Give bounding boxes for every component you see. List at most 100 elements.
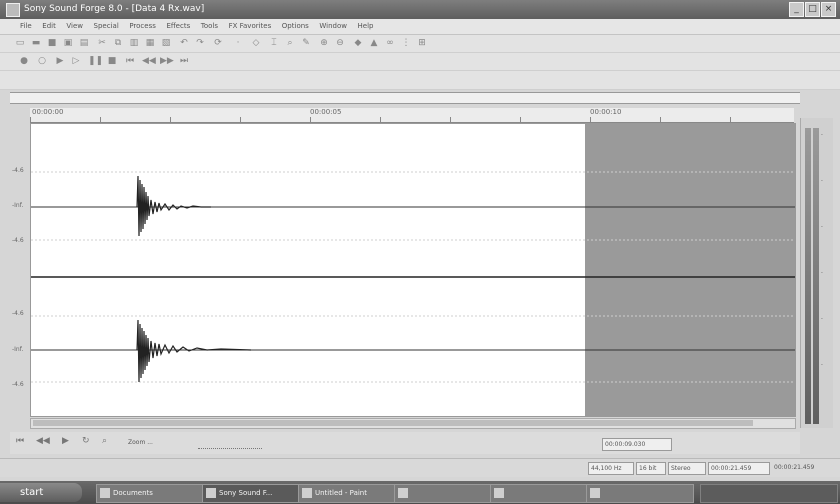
- amplitude-label: -4.6: [12, 237, 24, 244]
- copy-icon[interactable]: ⧉: [112, 37, 124, 49]
- status-bar: 44,100 Hz 16 bit Stereo 00:00:21.459 00:…: [0, 458, 840, 477]
- cursor-position[interactable]: 00:00:09.030: [602, 438, 672, 451]
- zoom-in-icon[interactable]: ⊕: [318, 37, 330, 49]
- minimize-button[interactable]: _: [789, 2, 804, 17]
- menu-tools[interactable]: Tools: [201, 19, 218, 34]
- overview-bar[interactable]: [10, 92, 800, 104]
- record-icon[interactable]: ●: [18, 55, 30, 67]
- region-icon[interactable]: ▲: [368, 37, 380, 49]
- ruler-tick: [30, 117, 31, 122]
- menu-edit[interactable]: Edit: [42, 19, 56, 34]
- normalize-icon[interactable]: ◇: [250, 37, 262, 49]
- go-to-start-icon[interactable]: ⏮: [16, 436, 24, 446]
- menu-special[interactable]: Special: [94, 19, 119, 34]
- undo-icon[interactable]: ↶: [178, 37, 190, 49]
- loop-icon[interactable]: ↻: [82, 436, 90, 446]
- stop-icon[interactable]: ■: [106, 55, 118, 67]
- play-icon[interactable]: ▶: [62, 436, 69, 446]
- menu-window[interactable]: Window: [319, 19, 347, 34]
- selection-end: 00:00:21.459: [774, 464, 815, 471]
- waveform-canvas: [31, 124, 795, 416]
- save-as-icon[interactable]: ▣: [62, 37, 74, 49]
- menu-effects[interactable]: Effects: [166, 19, 190, 34]
- menu-help[interactable]: Help: [358, 19, 374, 34]
- selection-region[interactable]: [585, 124, 795, 416]
- mix-icon[interactable]: ▦: [144, 37, 156, 49]
- level-meter: - - - - - -: [800, 118, 833, 428]
- system-tray: [700, 484, 838, 503]
- scroll-thumb[interactable]: [33, 420, 753, 426]
- new-file-icon[interactable]: ▭: [14, 37, 26, 49]
- magnify-tool-icon[interactable]: ⌕: [284, 37, 296, 49]
- save-icon[interactable]: ■: [46, 37, 58, 49]
- data-window-toolbar: ⏮ ◀◀ ▶ ↻ ⌕ Zoom ... 00:00:09.030: [10, 432, 800, 454]
- channels: Stereo: [668, 462, 706, 475]
- horizontal-scrollbar[interactable]: [30, 418, 796, 429]
- trim-icon[interactable]: ▧: [160, 37, 172, 49]
- menu-process[interactable]: Process: [129, 19, 156, 34]
- ruler-tick: [730, 117, 731, 122]
- menu-view[interactable]: View: [66, 19, 83, 34]
- meter-bar-left: [805, 128, 811, 424]
- time-mark: 00:00:10: [590, 108, 622, 116]
- grid-icon[interactable]: ⊞: [416, 37, 428, 49]
- ruler-tick: [520, 117, 521, 122]
- open-folder-icon[interactable]: ▬: [30, 37, 42, 49]
- close-button[interactable]: ×: [821, 2, 836, 17]
- repeat-icon[interactable]: ⟳: [212, 37, 224, 49]
- go-to-start-icon[interactable]: ⏮: [124, 55, 136, 67]
- play-all-icon[interactable]: ▶: [54, 55, 66, 67]
- separator-icon: ·: [236, 38, 240, 48]
- time-ruler[interactable]: 00:00:00 00:00:05 00:00:10: [30, 108, 794, 123]
- paste-icon[interactable]: ▥: [128, 37, 140, 49]
- marker-icon[interactable]: ◆: [352, 37, 364, 49]
- ruler-tick: [380, 117, 381, 122]
- go-to-end-icon[interactable]: ⏭: [178, 55, 190, 67]
- app-icon: [206, 488, 216, 498]
- zoom-level[interactable]: Zoom ...: [126, 437, 180, 448]
- redo-icon[interactable]: ↷: [194, 37, 206, 49]
- amplitude-label: -Inf.: [12, 202, 24, 209]
- menu-file[interactable]: File: [20, 19, 32, 34]
- cut-icon[interactable]: ✂: [96, 37, 108, 49]
- rewind-icon[interactable]: ◀◀: [142, 55, 156, 67]
- taskbar-item-active[interactable]: Sony Sound F...: [202, 484, 310, 503]
- properties-icon[interactable]: ▤: [78, 37, 90, 49]
- pencil-tool-icon[interactable]: ✎: [300, 37, 312, 49]
- start-button[interactable]: start: [0, 483, 82, 502]
- play-icon[interactable]: ▷: [70, 55, 82, 67]
- bit-depth: 16 bit: [636, 462, 666, 475]
- paint-icon: [302, 488, 312, 498]
- loop-playback-icon[interactable]: ○: [36, 55, 48, 67]
- taskbar-item[interactable]: [586, 484, 694, 503]
- taskbar-item[interactable]: [490, 484, 598, 503]
- forward-icon[interactable]: ▶▶: [160, 55, 174, 67]
- rewind-icon[interactable]: ◀◀: [36, 436, 50, 446]
- taskbar-item[interactable]: [394, 484, 502, 503]
- ruler-tick: [170, 117, 171, 122]
- menu-bar: File Edit View Special Process Effects T…: [0, 19, 840, 35]
- taskbar-item[interactable]: Documents: [96, 484, 214, 503]
- edit-tool-icon[interactable]: ⌶: [268, 37, 280, 49]
- menu-fx-favorites[interactable]: FX Favorites: [229, 19, 272, 34]
- menu-options[interactable]: Options: [282, 19, 309, 34]
- zoom-out-icon[interactable]: ⊖: [334, 37, 346, 49]
- snap-icon[interactable]: ⋮: [400, 37, 412, 49]
- ruler-tick: [240, 117, 241, 122]
- amplitude-label: -4.6: [12, 167, 24, 174]
- folder-icon: [100, 488, 110, 498]
- pause-icon[interactable]: ❚❚: [88, 55, 103, 67]
- transport-toolbar: ● ○ ▶ ▷ ❚❚ ■ ⏮ ◀◀ ▶▶ ⏭: [0, 53, 840, 71]
- channel-2-waveform: [136, 319, 252, 383]
- amplitude-label: -4.6: [12, 381, 24, 388]
- loop-icon[interactable]: ∞: [384, 37, 396, 49]
- app-icon[interactable]: [6, 3, 20, 17]
- taskbar-item[interactable]: Untitled - Paint: [298, 484, 406, 503]
- waveform-display[interactable]: [30, 123, 796, 417]
- ruler-tick: [100, 117, 101, 122]
- ruler-tick: [450, 117, 451, 122]
- zoom-icon[interactable]: ⌕: [102, 436, 107, 446]
- maximize-button[interactable]: □: [805, 2, 820, 17]
- amplitude-label: -Inf.: [12, 346, 24, 353]
- zoom-slider[interactable]: [198, 437, 262, 449]
